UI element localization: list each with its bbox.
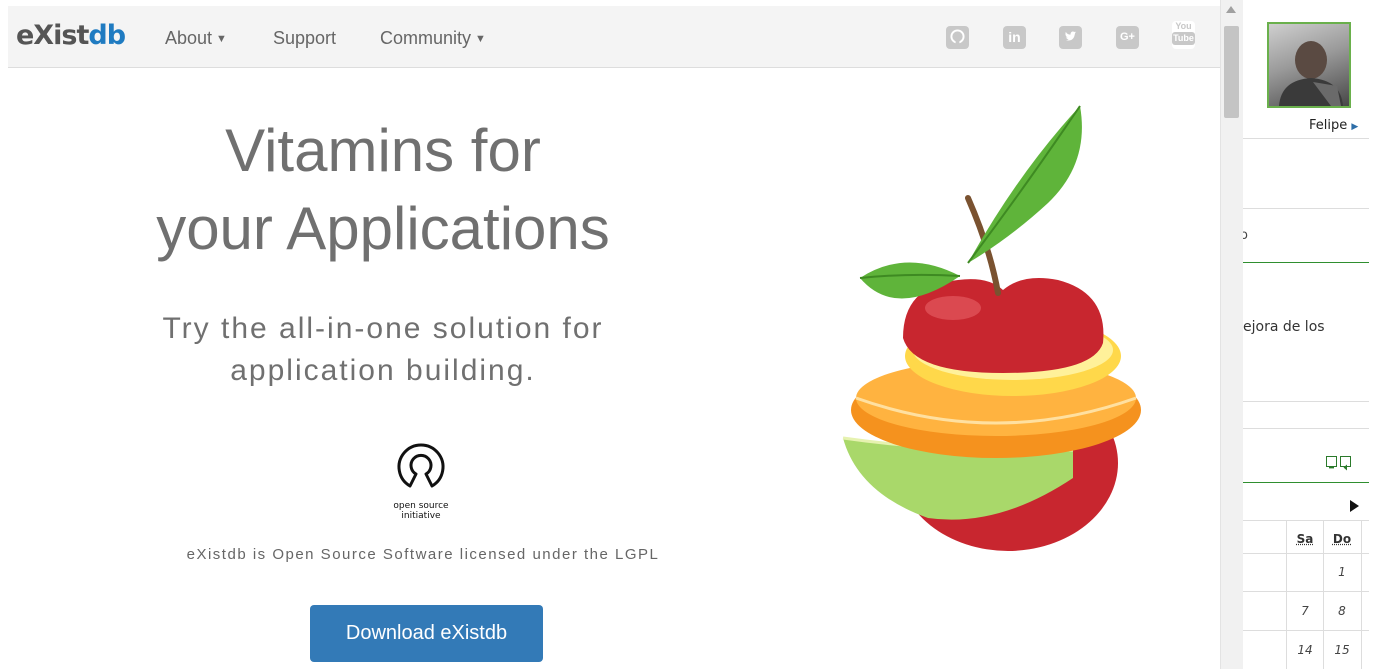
caret-down-icon: ▼	[475, 33, 486, 45]
vertical-scrollbar[interactable]	[1220, 0, 1244, 669]
logo-text-db: db	[88, 20, 126, 51]
osi-text-line1: open source	[393, 501, 449, 511]
scroll-up-icon[interactable]	[1226, 6, 1236, 13]
browser-viewport: eXistdb About ▼ Support Community ▼ in G+ …	[8, 0, 1220, 669]
collapse-icon[interactable]	[1340, 456, 1351, 471]
logo-text-exist: eXist	[16, 20, 89, 51]
user-name: Felipe	[1309, 118, 1348, 133]
nav-about-label: About	[165, 28, 213, 48]
google-plus-icon[interactable]: G+	[1116, 26, 1139, 49]
calendar-next-icon[interactable]	[1350, 500, 1359, 512]
google-plus-label: G+	[1120, 31, 1135, 43]
caret-right-icon: ▶	[1351, 122, 1359, 132]
calendar-grid-line	[1243, 520, 1369, 521]
hero-title: Vitamins for your Applications	[88, 112, 678, 268]
license-text: eXistdb is Open Source Software licensed…	[186, 546, 660, 563]
calendar-grid-line	[1243, 630, 1369, 631]
calendar-day[interactable]: 7	[1286, 604, 1324, 618]
top-navbar: eXistdb About ▼ Support Community ▼ in G+ …	[8, 6, 1220, 68]
calendar-header-sa: Sa	[1296, 532, 1314, 546]
calendar-day[interactable]: 8	[1323, 604, 1361, 618]
nav-about[interactable]: About ▼	[165, 28, 227, 49]
osi-logo-icon: open source initiative	[393, 443, 449, 521]
calendar-day[interactable]: 1	[1323, 565, 1361, 579]
divider	[1243, 138, 1369, 139]
nav-support[interactable]: Support	[273, 28, 336, 49]
hero-title-line2: your Applications	[156, 195, 610, 262]
background-side-panel: Felipe ▶ o ejora de los Sa Do 1 7 8 14 1…	[1243, 0, 1375, 669]
caret-down-icon: ▼	[216, 33, 227, 45]
user-menu[interactable]: Felipe ▶	[1309, 118, 1358, 133]
hero-subtitle-line1: Try the all-in-one solution for	[162, 312, 604, 345]
hero-subtitle-line2: application building.	[230, 354, 536, 387]
calendar-day[interactable]: 14	[1286, 643, 1324, 657]
panel-text-fragment: ejora de los	[1243, 319, 1325, 335]
minimize-icon[interactable]	[1326, 456, 1337, 469]
hero-title-line1: Vitamins for	[225, 117, 541, 184]
nav-community[interactable]: Community ▼	[380, 28, 486, 49]
download-button[interactable]: Download eXistdb	[310, 605, 543, 662]
nav-community-label: Community	[380, 28, 472, 48]
calendar-grid-line	[1243, 591, 1369, 592]
osi-text-line2: initiative	[401, 511, 441, 521]
hero-subtitle: Try the all-in-one solution for applicati…	[108, 308, 658, 392]
calendar-header-do: Do	[1332, 532, 1352, 546]
youtube-label-top: You	[1175, 21, 1192, 31]
calendar-grid-line	[1243, 553, 1369, 554]
youtube-label-bottom: Tube	[1172, 32, 1195, 45]
calendar-grid-line	[1361, 520, 1362, 669]
user-avatar[interactable]	[1267, 22, 1351, 108]
panel-block	[1243, 208, 1369, 402]
scrollbar-thumb[interactable]	[1224, 26, 1239, 118]
youtube-icon[interactable]: You Tube	[1172, 21, 1195, 49]
linkedin-label: in	[1008, 29, 1021, 45]
fruit-stack-image	[842, 105, 1141, 551]
nav-support-label: Support	[273, 28, 337, 48]
calendar-day[interactable]: 15	[1323, 643, 1361, 657]
linkedin-icon[interactable]: in	[1003, 26, 1026, 49]
twitter-icon[interactable]	[1059, 26, 1082, 49]
fragment-char: o	[1243, 228, 1248, 243]
green-divider	[1243, 262, 1369, 263]
existdb-logo[interactable]: eXistdb	[16, 20, 126, 51]
green-divider	[1243, 482, 1369, 483]
github-icon[interactable]	[946, 26, 969, 49]
